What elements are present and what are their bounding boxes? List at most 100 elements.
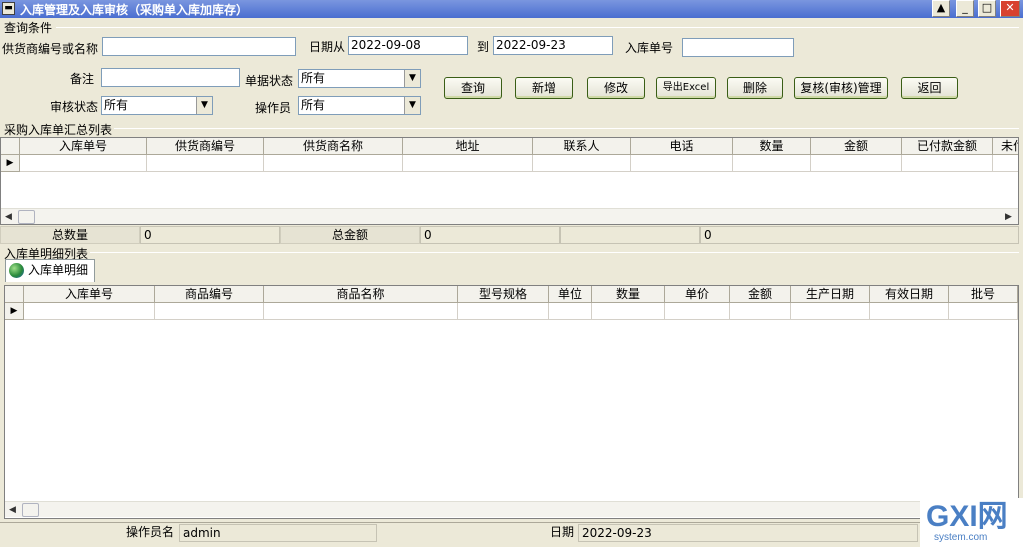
export-excel-button[interactable]: 导出Excel (656, 77, 716, 99)
summary-col-header[interactable]: 地址 (403, 138, 533, 155)
operator-select[interactable]: 所有 ▼ (298, 96, 421, 115)
current-row-indicator-icon: ▶ (5, 303, 24, 320)
scroll-thumb[interactable] (18, 210, 35, 224)
detail-col-header[interactable]: 生产日期 (791, 286, 870, 303)
remark-input[interactable] (101, 68, 240, 87)
summary-col-header[interactable]: 联系人 (533, 138, 631, 155)
table-cell[interactable] (264, 155, 403, 172)
table-cell[interactable] (665, 303, 730, 320)
tab-receipt-detail-label: 入库单明细 (28, 263, 89, 277)
detail-col-header[interactable]: 商品编号 (155, 286, 264, 303)
detail-col-header[interactable]: 有效日期 (870, 286, 949, 303)
summary-col-header[interactable]: 电话 (631, 138, 733, 155)
table-cell[interactable] (147, 155, 264, 172)
status-date-label: 日期 (549, 525, 574, 539)
summary-col-header[interactable]: 数量 (733, 138, 811, 155)
table-cell[interactable] (592, 303, 665, 320)
audit-status-select[interactable]: 所有 ▼ (101, 96, 213, 115)
scroll-left-icon[interactable]: ◀ (9, 502, 16, 518)
table-cell[interactable] (870, 303, 949, 320)
total-amount-value: 0 (420, 226, 560, 244)
query-button[interactable]: 查询 (444, 77, 502, 99)
scroll-right-icon[interactable]: ▶ (1005, 209, 1012, 224)
review-button[interactable]: 复核(审核)管理 (794, 77, 888, 99)
detail-col-header[interactable]: 数量 (592, 286, 665, 303)
summary-col-header[interactable]: 供货商编号 (147, 138, 264, 155)
detail-col-header[interactable]: 批号 (949, 286, 1018, 303)
summary-horizontal-scrollbar[interactable]: ◀ ▶ (1, 208, 1018, 224)
table-cell[interactable] (902, 155, 993, 172)
table-cell[interactable] (155, 303, 264, 320)
table-cell[interactable] (993, 155, 1018, 172)
chevron-down-icon[interactable]: ▼ (404, 70, 420, 87)
table-cell[interactable] (20, 155, 147, 172)
summary-header-corner (1, 138, 20, 155)
detail-col-header[interactable]: 单价 (665, 286, 730, 303)
supplier-input[interactable] (102, 37, 296, 56)
detail-grid[interactable]: 入库单号 商品编号 商品名称 型号规格 单位 数量 单价 金额 生产日期 有效日… (4, 285, 1019, 519)
detail-header-corner (5, 286, 24, 303)
window-title: 入库管理及入库审核（采购单入库加库存） (20, 3, 249, 17)
current-row-indicator-icon: ▶ (1, 155, 20, 172)
status-date-value: 2022-09-23 (578, 524, 918, 542)
summary-col-header[interactable]: 入库单号 (20, 138, 147, 155)
audit-status-label: 审核状态 (50, 100, 99, 114)
maximize-button[interactable]: □ (978, 0, 996, 17)
scroll-thumb[interactable] (22, 503, 39, 517)
scroll-left-icon[interactable]: ◀ (5, 209, 12, 224)
delete-button[interactable]: 删除 (727, 77, 783, 99)
table-cell[interactable] (264, 303, 458, 320)
statusbar-divider (0, 522, 1023, 523)
detail-col-header[interactable]: 单位 (549, 286, 592, 303)
table-cell[interactable] (403, 155, 533, 172)
summary-col-header[interactable]: 未付 (993, 138, 1018, 155)
date-to-input[interactable]: 2022-09-23 (493, 36, 613, 55)
doc-status-select[interactable]: 所有 ▼ (298, 69, 421, 88)
detail-col-header[interactable]: 型号规格 (458, 286, 549, 303)
table-cell[interactable] (730, 303, 791, 320)
date-to-label: 到 (477, 40, 490, 54)
detail-horizontal-scrollbar[interactable]: ◀ (5, 501, 1018, 517)
back-button[interactable]: 返回 (901, 77, 958, 99)
detail-col-header[interactable]: 金额 (730, 286, 791, 303)
doc-status-value: 所有 (301, 71, 326, 85)
date-from-input[interactable]: 2022-09-08 (348, 36, 468, 55)
watermark-text: GXI网 (926, 500, 1008, 533)
table-cell[interactable] (549, 303, 592, 320)
status-operator-label: 操作员名 (125, 525, 174, 539)
window-menu-button[interactable]: ▲ (932, 0, 950, 17)
summary-grid[interactable]: 入库单号 供货商编号 供货商名称 地址 联系人 电话 数量 金额 已付款金额 未… (0, 137, 1019, 225)
system-menu-icon[interactable]: ▬ (2, 2, 15, 15)
audit-status-value: 所有 (104, 98, 129, 112)
supplier-label: 供货商编号或名称 (2, 42, 99, 56)
watermark-sub: system.com (934, 532, 988, 543)
add-button[interactable]: 新增 (515, 77, 573, 99)
globe-icon (9, 263, 24, 278)
modify-button[interactable]: 修改 (587, 77, 645, 99)
table-cell[interactable] (949, 303, 1018, 320)
summary-group-line (114, 128, 1019, 129)
summary-col-header[interactable]: 已付款金额 (902, 138, 993, 155)
summary-col-header[interactable]: 金额 (811, 138, 902, 155)
chevron-down-icon[interactable]: ▼ (404, 97, 420, 114)
summary-col-header[interactable]: 供货商名称 (264, 138, 403, 155)
table-cell[interactable] (733, 155, 811, 172)
detail-group-line (90, 252, 1019, 253)
chevron-down-icon[interactable]: ▼ (196, 97, 212, 114)
table-cell[interactable] (791, 303, 870, 320)
detail-col-header[interactable]: 入库单号 (24, 286, 155, 303)
minimize-button[interactable]: _ (956, 0, 974, 17)
tab-receipt-detail[interactable]: 入库单明细 (5, 259, 96, 282)
receipt-no-input[interactable] (682, 38, 794, 57)
summary-group-label: 采购入库单汇总列表 (4, 123, 113, 137)
table-cell[interactable] (458, 303, 549, 320)
table-cell[interactable] (533, 155, 631, 172)
detail-col-header[interactable]: 商品名称 (264, 286, 458, 303)
table-cell[interactable] (631, 155, 733, 172)
operator-value: 所有 (301, 98, 326, 112)
watermark-logo: GXI网 system.com (920, 498, 1023, 547)
table-cell[interactable] (24, 303, 155, 320)
table-cell[interactable] (811, 155, 902, 172)
total-qty-value: 0 (140, 226, 280, 244)
close-button[interactable]: ✕ (1000, 0, 1020, 17)
